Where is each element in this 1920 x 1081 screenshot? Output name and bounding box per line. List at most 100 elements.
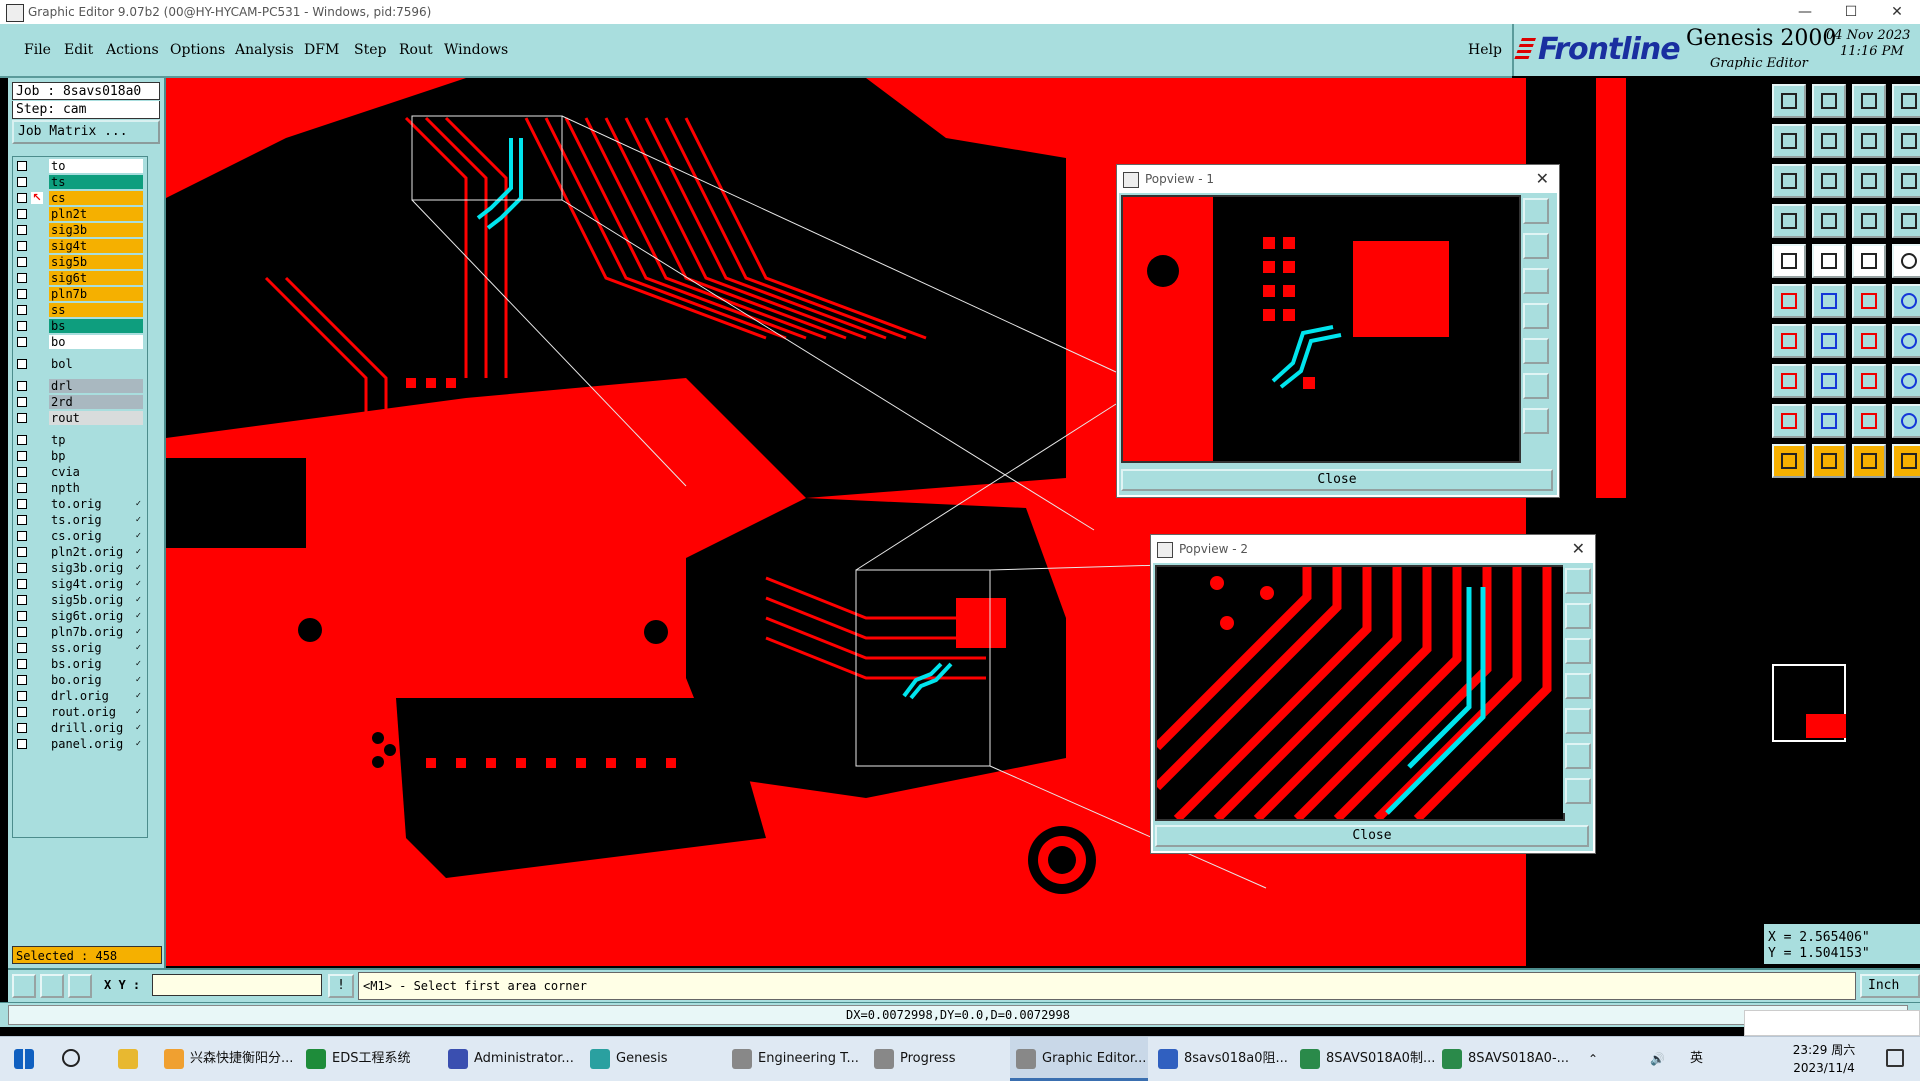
taskbar-item[interactable]: Administrator...: [442, 1037, 580, 1081]
measure-icon[interactable]: [1812, 364, 1846, 398]
file-explorer-button[interactable]: [104, 1037, 148, 1081]
popview-zoom-icon[interactable]: [1565, 568, 1591, 594]
layer-row[interactable]: sig3b: [13, 223, 147, 238]
popview-2-close-button[interactable]: Close: [1155, 825, 1589, 847]
layer-row[interactable]: pln2t: [13, 207, 147, 222]
layer-row[interactable]: npth: [13, 481, 147, 496]
zoom-in-icon[interactable]: [1772, 124, 1806, 158]
copy-icon[interactable]: [1852, 364, 1886, 398]
clock[interactable]: 23:29 周六 2023/11/4: [1784, 1041, 1864, 1077]
layer-row[interactable]: sig6t.orig: [13, 609, 147, 624]
menu-file[interactable]: File: [24, 42, 51, 58]
layer-row[interactable]: sig5b.orig: [13, 593, 147, 608]
pointer-icon[interactable]: [1772, 444, 1806, 478]
parallel-icon[interactable]: [1892, 324, 1920, 358]
popview-home-icon[interactable]: [1565, 778, 1591, 804]
layer-name[interactable]: 2rd: [49, 395, 143, 409]
search-button[interactable]: [48, 1037, 92, 1081]
layer-checkbox[interactable]: [17, 739, 27, 749]
layer-name[interactable]: bs.orig: [49, 657, 143, 671]
popview-pan-down-icon[interactable]: [1565, 638, 1591, 664]
hatch-icon[interactable]: [1892, 204, 1920, 238]
redraw-icon[interactable]: [1812, 164, 1846, 198]
layer-row[interactable]: drl: [13, 379, 147, 394]
layer-row[interactable]: bs: [13, 319, 147, 334]
volume-icon[interactable]: 🔊: [1650, 1037, 1665, 1081]
layer-checkbox[interactable]: [17, 209, 27, 219]
layer-name[interactable]: pln2t.orig: [49, 545, 143, 559]
window-icon[interactable]: [1892, 84, 1920, 118]
layer-checkbox[interactable]: [17, 515, 27, 525]
layer-name[interactable]: drill.orig: [49, 721, 143, 735]
ime-toolbar[interactable]: [1744, 1010, 1920, 1036]
layer-checkbox[interactable]: [17, 723, 27, 733]
curve-icon[interactable]: [1852, 324, 1886, 358]
layer-checkbox[interactable]: [17, 659, 27, 669]
layer-name[interactable]: ss: [49, 303, 143, 317]
popview-fit-icon[interactable]: [1565, 743, 1591, 769]
move-icon[interactable]: [1852, 284, 1886, 318]
layer-name[interactable]: panel.orig: [49, 737, 143, 751]
close-icon[interactable]: ✕: [1536, 165, 1549, 193]
layer-row[interactable]: to.orig: [13, 497, 147, 512]
layer-checkbox[interactable]: [17, 547, 27, 557]
menu-help[interactable]: Help: [1468, 42, 1502, 58]
layer-name[interactable]: tp: [49, 433, 143, 447]
layer-name[interactable]: ss.orig: [49, 641, 143, 655]
popview-1-close-button[interactable]: Close: [1121, 469, 1553, 491]
pointer-select-icon[interactable]: [1812, 444, 1846, 478]
layer-name[interactable]: sig5b.orig: [49, 593, 143, 607]
layer-name[interactable]: pln7b: [49, 287, 143, 301]
layer-row[interactable]: ts: [13, 175, 147, 190]
mark-icon[interactable]: [1772, 364, 1806, 398]
layer-checkbox[interactable]: [17, 595, 27, 605]
zoom-out-icon[interactable]: [1812, 124, 1846, 158]
close-icon[interactable]: ✕: [1874, 0, 1920, 24]
popview-pan-left-icon[interactable]: [1523, 303, 1549, 329]
menu-analysis[interactable]: Analysis: [235, 42, 294, 58]
layer-name[interactable]: bol: [49, 357, 143, 371]
close-icon[interactable]: ✕: [1572, 535, 1585, 563]
grid-icon[interactable]: [1812, 204, 1846, 238]
help-icon[interactable]: [1892, 164, 1920, 198]
layer-checkbox[interactable]: [17, 161, 27, 171]
a-shape-icon[interactable]: [1812, 404, 1846, 438]
layer-color-icon[interactable]: [1852, 204, 1886, 238]
popview-pan-down-icon[interactable]: [1523, 268, 1549, 294]
layer-row[interactable]: 2rd: [13, 395, 147, 410]
home-icon[interactable]: [1852, 84, 1886, 118]
layer-checkbox[interactable]: [17, 563, 27, 573]
layer-checkbox[interactable]: [17, 691, 27, 701]
taskbar-item[interactable]: EDS工程系统: [300, 1037, 438, 1081]
layer-row[interactable]: ss.orig: [13, 641, 147, 656]
overview-window[interactable]: [1772, 664, 1846, 742]
layer-row[interactable]: ss: [13, 303, 147, 318]
layer-row[interactable]: tp: [13, 433, 147, 448]
select-icon[interactable]: [1772, 284, 1806, 318]
minimize-icon[interactable]: —: [1782, 0, 1828, 24]
layer-name[interactable]: bs: [49, 319, 143, 333]
layer-checkbox[interactable]: [17, 289, 27, 299]
layer-row[interactable]: sig5b: [13, 255, 147, 270]
zoom-area-icon[interactable]: [1852, 124, 1886, 158]
popview-pan-up-icon[interactable]: [1523, 233, 1549, 259]
layer-row[interactable]: bol: [13, 357, 147, 372]
layer-checkbox[interactable]: [17, 483, 27, 493]
popview-pan-left-icon[interactable]: [1565, 673, 1591, 699]
layer-checkbox[interactable]: [17, 451, 27, 461]
start-button[interactable]: [0, 1037, 44, 1081]
menu-actions[interactable]: Actions: [106, 42, 159, 58]
pan-icon[interactable]: [1772, 164, 1806, 198]
layer-checkbox[interactable]: [17, 273, 27, 283]
popview-fit-icon[interactable]: [1523, 373, 1549, 399]
snap-mode-icon[interactable]: [12, 974, 36, 998]
menu-rout[interactable]: Rout: [399, 42, 433, 58]
layer-checkbox[interactable]: [17, 241, 27, 251]
layer-row[interactable]: to: [13, 159, 147, 174]
taskbar-item[interactable]: Engineering T...: [726, 1037, 864, 1081]
layer-name[interactable]: ts: [49, 175, 143, 189]
graphic-canvas[interactable]: Popview - 1 ✕ Close Popview - 2 ✕ Close: [166, 78, 1760, 966]
scale-icon[interactable]: [1852, 164, 1886, 198]
job-matrix-button[interactable]: Job Matrix ...: [12, 120, 160, 144]
layer-row[interactable]: drl.orig: [13, 689, 147, 704]
